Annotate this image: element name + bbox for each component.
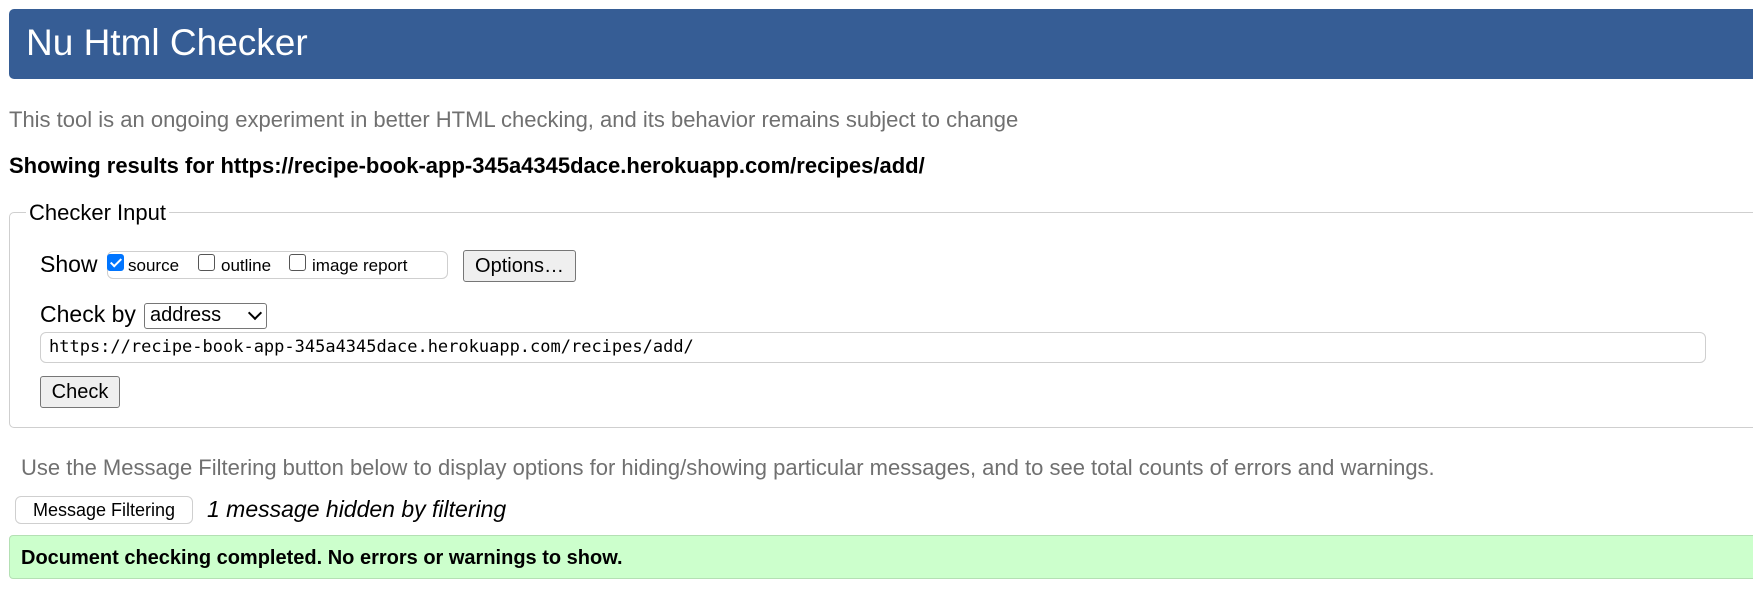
checker-input-fieldset [9, 212, 1753, 428]
image-report-label[interactable]: image report [312, 256, 407, 276]
outline-label[interactable]: outline [221, 256, 271, 276]
outline-checkbox[interactable] [198, 254, 215, 271]
url-input[interactable]: https://recipe-book-app-345a4345dace.her… [40, 332, 1706, 363]
image-report-checkbox[interactable] [289, 254, 306, 271]
show-label: Show [40, 251, 98, 277]
app-title: Nu Html Checker [26, 22, 308, 63]
check-by-label: Check by [40, 301, 136, 327]
filtering-note: Use the Message Filtering button below t… [21, 455, 1435, 480]
check-by-select[interactable]: address [144, 303, 267, 329]
check-button[interactable]: Check [40, 376, 120, 408]
status-banner: Document checking completed. No errors o… [9, 535, 1753, 579]
source-checkbox[interactable] [107, 254, 124, 271]
checker-input-legend: Checker Input [26, 200, 169, 226]
check-by-selected-value: address [150, 304, 222, 326]
message-filtering-button[interactable]: Message Filtering [15, 496, 193, 524]
hidden-messages-note: 1 message hidden by filtering [207, 496, 507, 522]
show-options-group: source outline image report [107, 251, 448, 279]
status-message: Document checking completed. No errors o… [21, 547, 623, 569]
intro-text: This tool is an ongoing experiment in be… [9, 107, 1019, 132]
page-header: Nu Html Checker [9, 9, 1753, 79]
results-heading: Showing results for https://recipe-book-… [9, 153, 925, 178]
options-button[interactable]: Options… [463, 250, 576, 282]
chevron-down-icon [247, 305, 263, 321]
source-label[interactable]: source [128, 256, 179, 276]
